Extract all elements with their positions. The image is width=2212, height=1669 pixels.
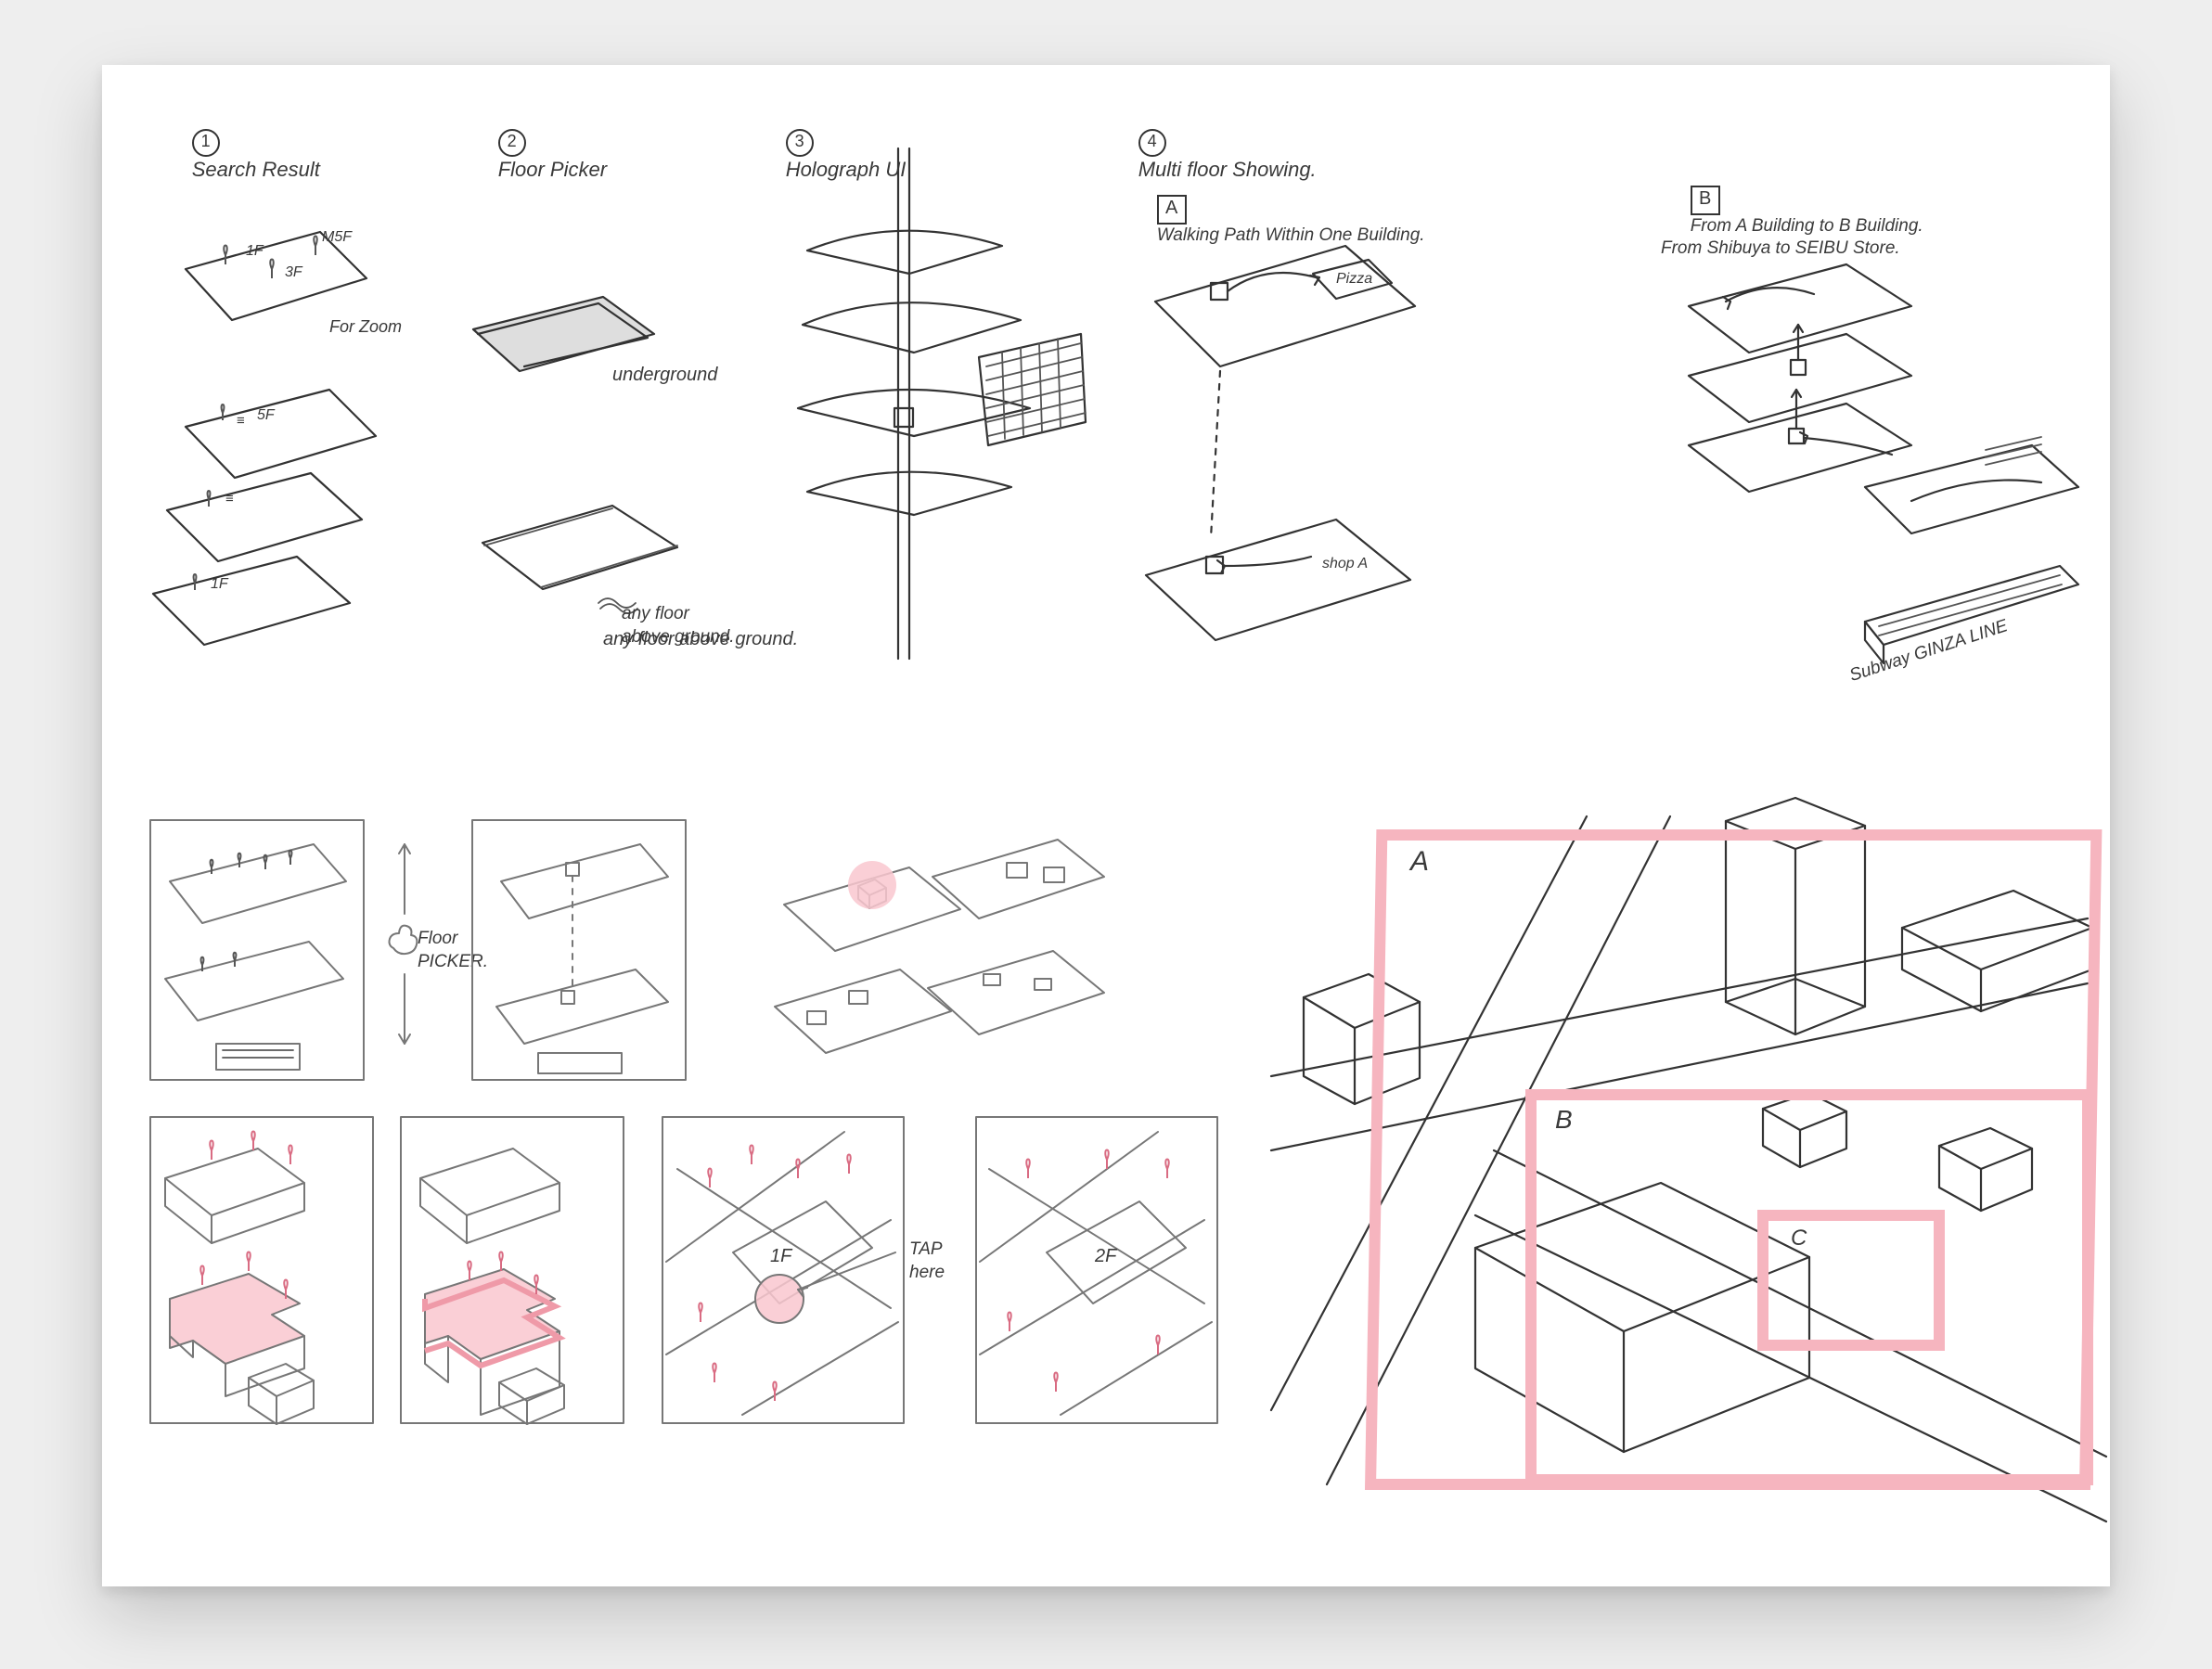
heading-2-num: 2 <box>498 129 526 157</box>
row2-iso-map <box>770 826 1141 1085</box>
subhead-b-tag: B <box>1691 186 1720 215</box>
label-1f: 1F <box>770 1246 793 1266</box>
label-underground: underground <box>612 365 718 385</box>
pin-label-m5f: M5F <box>322 229 353 245</box>
label-tap-here: TAP here <box>909 1239 945 1284</box>
row3-tile-4: 2F <box>972 1113 1223 1429</box>
label-shopA: shop A <box>1322 556 1368 571</box>
stack-label-1f: 1F <box>211 576 229 592</box>
svg-text:≡: ≡ <box>237 413 245 429</box>
label-pizza: Pizza <box>1336 271 1372 287</box>
sketch-walking-path: Pizza shop A <box>1104 232 1475 714</box>
heading-4-num: 4 <box>1138 129 1166 157</box>
row2-tile-1 <box>147 816 369 1085</box>
label-any-floor-text: any floor above ground. <box>622 603 735 648</box>
heading-2: 2 Floor Picker <box>464 102 607 210</box>
pin-label-1f: 1F <box>246 243 264 259</box>
row2-tile-2 <box>469 816 691 1085</box>
stage: 1 Search Result 2 Floor Picker 3 Hologra… <box>0 0 2212 1669</box>
row3-tile-1 <box>147 1113 379 1429</box>
subhead-a-tag: A <box>1157 195 1187 225</box>
svg-text:≡: ≡ <box>225 491 234 507</box>
pin-label-3f: 3F <box>285 264 303 280</box>
label-for-zoom: For Zoom <box>329 317 402 336</box>
big-frame-a: A <box>1408 846 1429 877</box>
heading-1-num: 1 <box>192 129 220 157</box>
big-frame-c: C <box>1791 1226 1807 1251</box>
row3-tile-3: 1F <box>659 1113 909 1429</box>
sketch-holograph <box>752 139 1104 696</box>
big-iso-view: A B C <box>1271 798 2116 1521</box>
big-frame-b: B <box>1555 1105 1573 1134</box>
label-2f: 2F <box>1094 1246 1118 1266</box>
sketch-search-result: 1F M5F 3F For Zoom ≡ 5F ≡ 1F <box>153 176 431 751</box>
stack-label-5f: 5F <box>257 407 276 423</box>
paper-canvas: 1 Search Result 2 Floor Picker 3 Hologra… <box>102 65 2110 1586</box>
heading-2-text: Floor Picker <box>498 158 607 181</box>
row3-tile-2 <box>397 1113 629 1429</box>
sketch-floor-picker: underground any floor above ground. <box>445 278 752 724</box>
